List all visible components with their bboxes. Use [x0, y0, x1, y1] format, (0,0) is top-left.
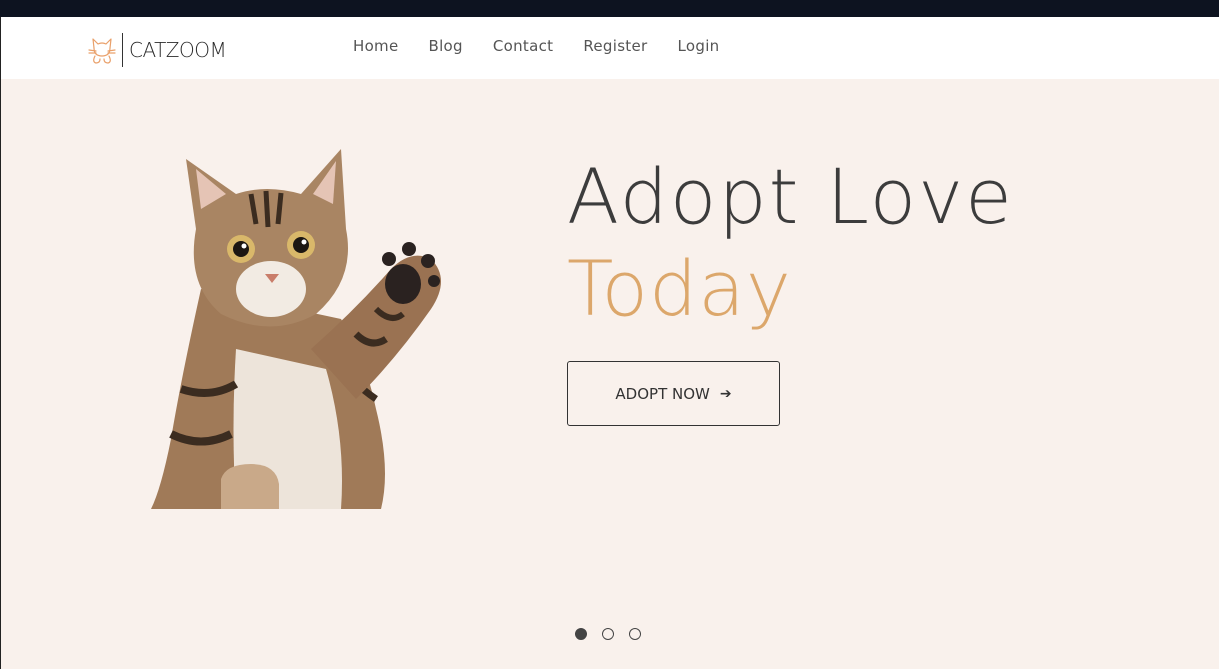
- hero-title-line2: Today: [567, 244, 792, 333]
- hero-title-line1: Adopt Love: [567, 152, 1014, 241]
- cat-logo-icon: [88, 38, 116, 64]
- logo[interactable]: CATZOOM: [86, 33, 227, 67]
- top-strip: [0, 0, 1219, 17]
- nav-home[interactable]: Home: [353, 37, 399, 55]
- nav-register[interactable]: Register: [583, 37, 647, 55]
- nav-login[interactable]: Login: [678, 37, 720, 55]
- hero-section: Adopt Love Today ADOPT NOW ➔: [0, 79, 1219, 669]
- carousel-dot-3[interactable]: [629, 628, 641, 640]
- carousel-indicators: [575, 628, 641, 640]
- carousel-dot-1[interactable]: [575, 628, 587, 640]
- main-nav: Home Blog Contact Register Login: [353, 37, 749, 55]
- adopt-now-button[interactable]: ADOPT NOW ➔: [567, 361, 780, 426]
- navbar: CATZOOM Home Blog Contact Register Login: [0, 17, 1219, 79]
- nav-contact[interactable]: Contact: [493, 37, 553, 55]
- waving-cat-image: [151, 149, 441, 509]
- adopt-now-label: ADOPT NOW: [615, 384, 710, 403]
- logo-divider: [122, 33, 123, 67]
- carousel-dot-2[interactable]: [602, 628, 614, 640]
- nav-blog[interactable]: Blog: [429, 37, 463, 55]
- arrow-right-icon: ➔: [719, 385, 732, 402]
- logo-text: CATZOOM: [129, 38, 227, 62]
